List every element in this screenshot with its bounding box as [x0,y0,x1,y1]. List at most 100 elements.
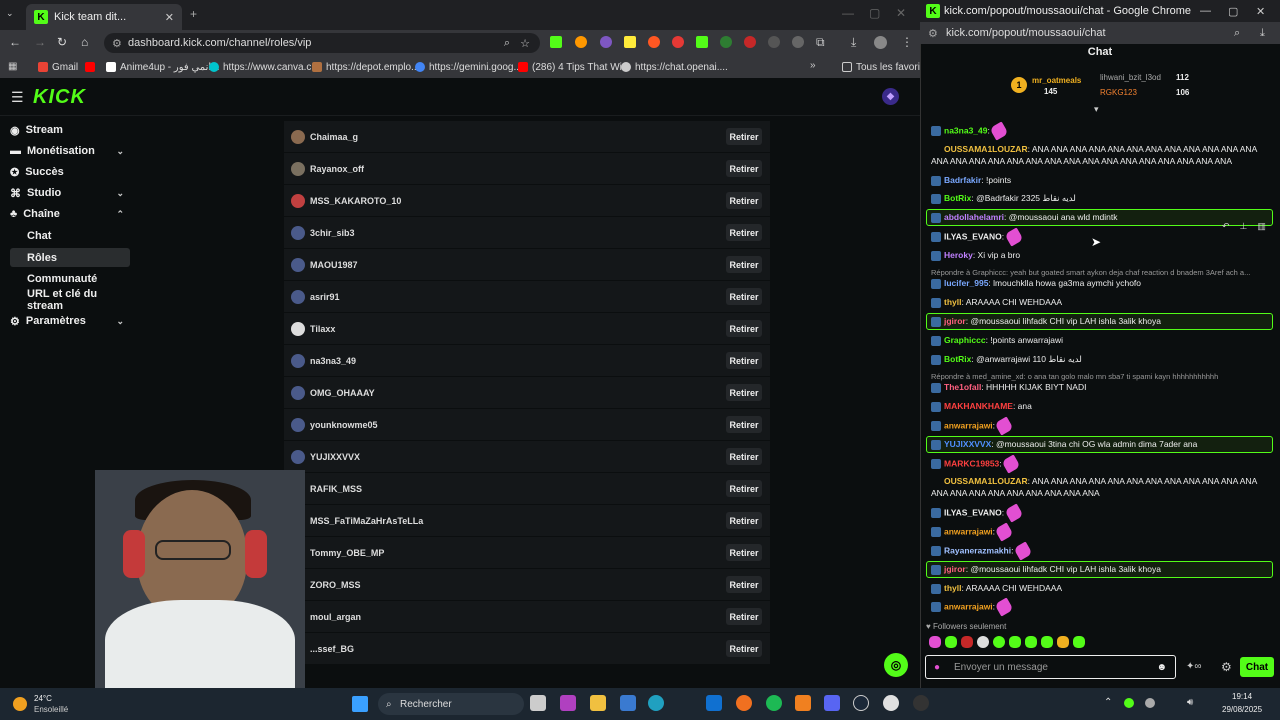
url-field[interactable]: ⚙ dashboard.kick.com/channel/roles/vip ⌕… [104,33,540,53]
remove-vip-button[interactable]: Retirer [726,288,762,305]
weather-temp[interactable]: 24°C [34,694,52,703]
emote-icon[interactable] [1009,636,1021,648]
chat-message[interactable]: Heroky: Xi vip a bro [931,249,1271,261]
chat-message[interactable]: Badrfakir: !points [931,174,1271,186]
remove-vip-button[interactable]: Retirer [726,384,762,401]
file-explorer-icon[interactable] [590,695,606,711]
sidebar-item-chaine[interactable]: ♣ Chaîne ⌃ [10,205,130,223]
kick-logo[interactable]: KICK [33,86,86,109]
extension-icon[interactable] [672,36,684,48]
emote-icon[interactable] [1025,636,1037,648]
sidebar-item-succes[interactable]: ✪ Succès [10,163,130,181]
extension-icon[interactable] [624,36,636,48]
remove-vip-button[interactable]: Retirer [726,416,762,433]
emote-icon[interactable] [977,636,989,648]
reload-icon[interactable]: ↻ [57,35,67,49]
emote-icon[interactable] [1041,636,1053,648]
all-bookmarks-folder[interactable]: Tous les favoris [842,62,925,73]
chat-username[interactable]: thyll [944,297,961,307]
sidebar-item-parametres[interactable]: ⚙ Paramètres ⌄ [10,312,130,330]
sidebar-item-studio[interactable]: ⌘ Studio ⌄ [10,184,130,202]
settings-gear-icon[interactable]: ⚙ [1221,660,1232,674]
extension-icon[interactable] [720,36,732,48]
download-icon[interactable]: ⤓ [851,35,856,50]
chat-username[interactable]: anwarrajawi [944,526,993,536]
remove-vip-button[interactable]: Retirer [726,352,762,369]
bookmark-youtube[interactable] [85,62,95,72]
chat-message-input[interactable]: ● Envoyer un message ☻ [925,655,1176,679]
app-icon[interactable] [560,695,576,711]
leader-name[interactable]: RGKG123 [1100,88,1137,97]
remove-vip-button[interactable]: Retirer [726,192,762,209]
bookmark-anime4up[interactable]: Anime4up - انمي فور... [106,62,220,73]
chat-message[interactable]: lucifer_995: lmouchklla howa ga3ma aymch… [931,277,1271,289]
chat-username[interactable]: Rayanerazmakhi [944,545,1011,555]
browser-tab[interactable]: K Kick team dit... ✕ [26,4,182,30]
chat-username[interactable]: abdollahelamri [944,212,1004,222]
remove-vip-button[interactable]: Retirer [726,608,762,625]
edge-icon[interactable] [648,695,664,711]
chat-message[interactable]: anwarrajawi: [931,416,1271,436]
chat-message[interactable]: jgiror: @moussaoui lihfadk CHI vip LAH i… [931,315,1271,327]
chat-username[interactable]: ILYAS_EVANO [944,507,1002,517]
sidebar-item-stream-url-key[interactable]: URL et clé du stream [10,288,130,312]
bookmark-youtube-video[interactable]: (286) 4 Tips That Wi... [518,62,630,73]
extension-icon[interactable] [696,36,708,48]
sidebar-item-chat[interactable]: Chat [10,227,130,245]
extension-icon[interactable] [744,36,756,48]
send-chat-button[interactable]: Chat [1240,657,1274,677]
discord-icon[interactable] [824,695,840,711]
chat-message[interactable]: anwarrajawi: [931,522,1271,542]
chat-username[interactable]: jgiror [944,564,966,574]
forward-icon[interactable]: → [34,35,46,49]
chat-username[interactable]: anwarrajawi [944,601,993,611]
emote-icon[interactable] [929,636,941,648]
site-info-icon[interactable]: ⚙ [112,37,122,50]
chat-username[interactable]: BotRix [944,193,971,203]
chat-username[interactable]: MAKHANKHAME [944,401,1013,411]
chat-username[interactable]: jgiror [944,316,966,326]
chat-username[interactable]: YUJIXXVVX [944,439,991,449]
chat-username[interactable]: OUSSAMA1LOUZAR [944,476,1028,486]
remove-vip-button[interactable]: Retirer [726,224,762,241]
reply-icon[interactable]: ↶ [1222,221,1230,237]
extension-icon[interactable] [792,36,804,48]
chat-message[interactable]: OUSSAMA1LOUZAR: ANA ANA ANA ANA ANA ANA … [931,475,1271,499]
emote-icon[interactable] [961,636,973,648]
close-window-icon[interactable]: ✕ [1256,5,1265,18]
remove-vip-button[interactable]: Retirer [726,160,762,177]
close-tab-icon[interactable]: ✕ [165,11,174,24]
chat-username[interactable]: BotRix [944,354,971,364]
chat-message[interactable]: YUJIXXVVX: @moussaoui 3tina chi OG wla a… [931,438,1271,450]
steam-icon[interactable] [853,695,869,711]
remove-vip-button[interactable]: Retirer [726,320,762,337]
more-bookmarks-icon[interactable]: » [810,60,816,71]
leader-name[interactable]: lihwani_bzit_l3od [1100,73,1161,82]
chat-message[interactable]: jgiror: @moussaoui lihfadk CHI vip LAH i… [931,563,1271,575]
firefox-icon[interactable] [736,695,752,711]
remove-vip-button[interactable]: Retirer [726,640,762,657]
user-avatar[interactable]: ◆ [882,88,899,105]
chat-username[interactable]: The1ofall [944,382,981,392]
remove-vip-button[interactable]: Retirer [726,576,762,593]
gift-icon[interactable]: ✦∞ [1186,661,1202,672]
chat-username[interactable]: Badrfakir [944,175,981,185]
bookmark-canva[interactable]: https://www.canva.c... [209,62,320,73]
remove-vip-button[interactable]: Retirer [726,544,762,561]
sidebar-item-communaute[interactable]: Communauté [10,270,130,288]
download-icon[interactable]: ⤓ [1260,27,1265,40]
chat-username[interactable]: ILYAS_EVANO [944,231,1002,241]
apps-grid-icon[interactable]: ▦ [8,61,17,72]
chat-message[interactable]: na3na3_49: [931,121,1271,141]
tray-expand-icon[interactable]: ⌃ [1104,697,1112,708]
bookmark-openai[interactable]: https://chat.openai.... [621,62,728,73]
chat-message[interactable]: anwarrajawi: [931,597,1271,617]
chat-username[interactable]: lucifer_995 [944,278,988,288]
remove-vip-button[interactable]: Retirer [726,448,762,465]
extension-icon[interactable] [575,36,587,48]
chat-username[interactable]: thyll [944,583,961,593]
tab-menu-icon[interactable]: ⌄ [6,8,14,19]
bookmark-depot[interactable]: https://depot.emplo... [312,62,419,73]
bookmark-gemini[interactable]: https://gemini.goog... [415,62,522,73]
emoji-picker-icon[interactable]: ☻ [1156,662,1167,673]
